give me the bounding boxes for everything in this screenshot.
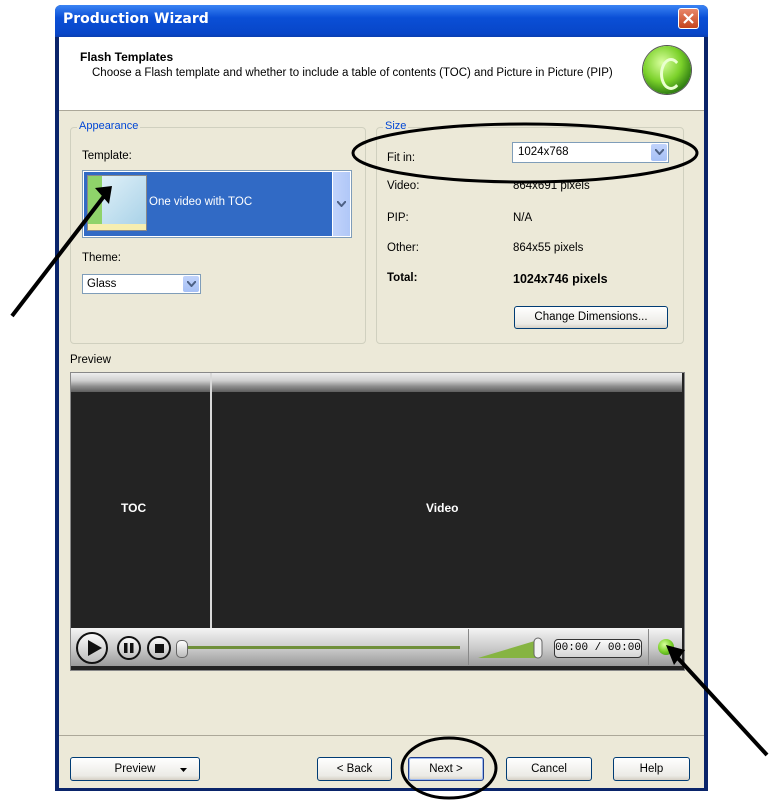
annotation-arrow-logo	[673, 653, 769, 757]
annotation-overlay	[10, 122, 769, 800]
annotation-arrowhead-template	[95, 186, 112, 204]
annotation-ellipse-size	[351, 122, 699, 184]
annotation-arrow-template	[10, 189, 110, 318]
annotation-ellipse-next	[400, 736, 498, 800]
